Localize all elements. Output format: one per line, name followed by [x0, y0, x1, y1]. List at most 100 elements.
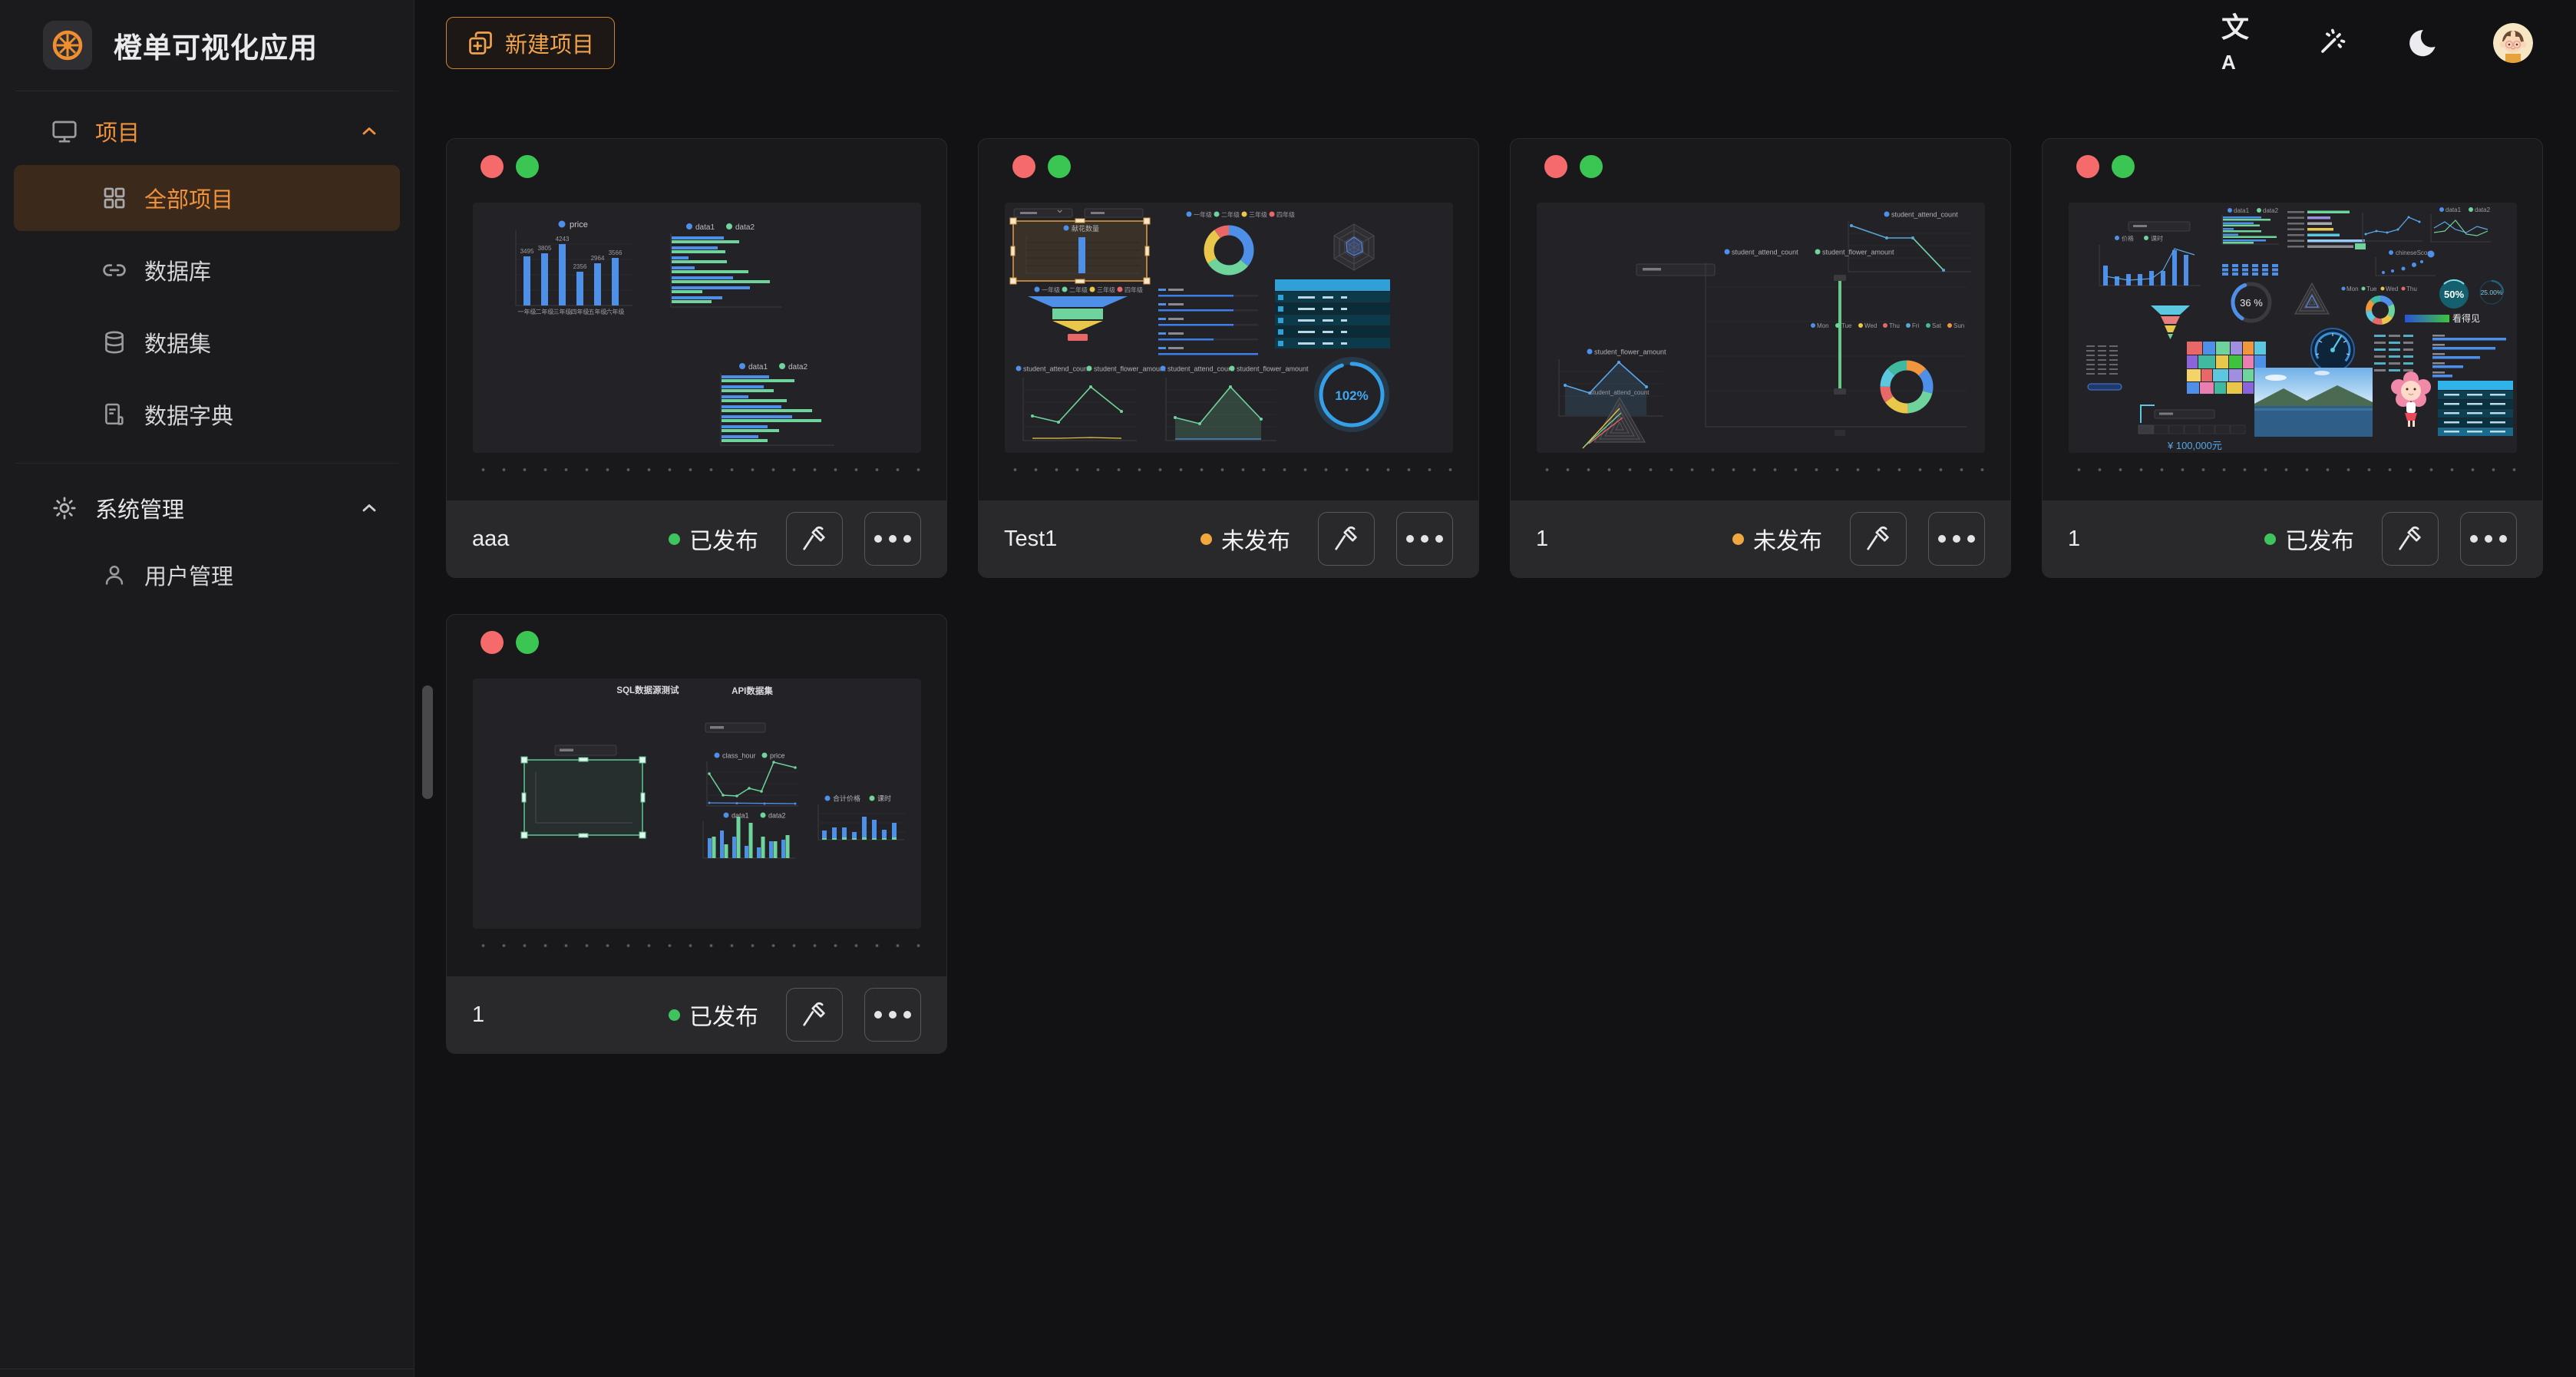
project-card: SQL数据源测试 API数据集 [446, 614, 947, 1054]
svg-text:SQL数据源测试: SQL数据源测试 [616, 685, 679, 695]
svg-text:Fri: Fri [1912, 322, 1920, 329]
project-thumbnail[interactable]: 献花数量 一年级 二年级 三年级 四年级 [1005, 203, 1453, 453]
red-dot-indicator [2076, 155, 2099, 178]
red-dot-indicator [1012, 155, 1035, 178]
project-thumbnail[interactable]: price 3495 3805 4243 2356 [473, 203, 921, 453]
language-icon[interactable]: 文A [2221, 24, 2260, 62]
project-thumbnail[interactable]: 价格 课时 data1 [2069, 203, 2517, 453]
new-project-button[interactable]: 新建项目 [446, 17, 615, 69]
svg-text:三年级: 三年级 [1249, 211, 1267, 219]
database-icon [101, 329, 127, 355]
status-dot [669, 1009, 680, 1021]
svg-text:课时: 课时 [2151, 235, 2163, 243]
card-indicator-dots [2043, 139, 2542, 178]
project-grid: price 3495 3805 4243 2356 [446, 138, 2549, 1054]
svg-text:3495: 3495 [520, 248, 533, 255]
main-content: 新建项目 文A [415, 0, 2576, 1377]
svg-text:data2: data2 [788, 363, 807, 371]
project-thumbnail[interactable]: student_attend_count student_attend_coun… [1537, 203, 1985, 453]
svg-text:Tue: Tue [1841, 322, 1852, 329]
svg-text:data1: data1 [2446, 206, 2462, 213]
svg-text:36 %: 36 % [2240, 297, 2263, 309]
dotted-strip [2069, 467, 2517, 473]
card-footer: 1 已发布 [2043, 500, 2542, 577]
svg-text:六年级: 六年级 [606, 308, 624, 315]
sidebar-item-label: 数据集 [144, 326, 211, 358]
svg-text:Wed: Wed [1864, 322, 1877, 329]
svg-text:价格: 价格 [2122, 235, 2134, 243]
ellipsis-icon [874, 535, 911, 543]
sidebar-section-projects[interactable]: 项目 [0, 104, 414, 159]
card-indicator-dots [447, 139, 946, 178]
svg-text:Sat: Sat [1932, 322, 1942, 329]
status-label: 未发布 [1221, 522, 1290, 556]
project-title: 1 [2068, 527, 2080, 552]
edit-project-button[interactable] [1850, 512, 1907, 566]
dotted-strip [473, 943, 921, 949]
magic-wand-icon[interactable] [2312, 24, 2350, 62]
card-footer: 1 未发布 [1511, 500, 2010, 577]
sidebar-section-system[interactable]: 系统管理 [0, 480, 414, 536]
svg-text:2964: 2964 [590, 255, 604, 262]
sidebar-item-all-projects[interactable]: 全部项目 [14, 165, 400, 231]
sidebar-item-label: 数据字典 [144, 398, 233, 431]
svg-text:102%: 102% [1335, 388, 1368, 403]
sidebar-item-dataset[interactable]: 数据集 [14, 309, 400, 375]
project-title: 1 [472, 1002, 484, 1028]
chevron-up-icon [358, 121, 380, 142]
svg-text:一年级: 一年级 [517, 308, 536, 315]
dotted-strip [1005, 467, 1453, 473]
gear-icon [51, 494, 78, 522]
status-label: 已发布 [2285, 522, 2354, 556]
sidebar-item-users[interactable]: 用户管理 [14, 542, 400, 608]
svg-text:data2: data2 [735, 223, 755, 232]
svg-text:4243: 4243 [555, 236, 569, 243]
svg-text:student_attend_count: student_attend_count [1590, 389, 1650, 396]
dotted-strip [473, 467, 921, 473]
add-project-icon [467, 29, 494, 57]
more-actions-button[interactable] [2460, 512, 2517, 566]
edit-project-button[interactable] [2382, 512, 2439, 566]
moon-icon[interactable] [2403, 24, 2441, 62]
project-thumbnail[interactable]: SQL数据源测试 API数据集 [473, 679, 921, 929]
more-actions-button[interactable] [864, 988, 921, 1042]
status-badge: 未发布 [1732, 522, 1822, 556]
svg-text:一年级: 一年级 [1194, 211, 1212, 219]
green-dot-indicator [2112, 155, 2135, 178]
chevron-up-icon [358, 497, 380, 519]
edit-project-button[interactable] [1318, 512, 1375, 566]
new-project-label: 新建项目 [505, 27, 594, 59]
book-icon [101, 401, 127, 428]
user-avatar[interactable] [2493, 23, 2533, 63]
link-icon [101, 257, 127, 283]
svg-text:data2: data2 [2263, 207, 2279, 214]
svg-text:data2: data2 [768, 812, 786, 820]
svg-text:合计价格: 合计价格 [833, 794, 860, 803]
ellipsis-icon [2470, 535, 2507, 543]
svg-text:student_flower_amount: student_flower_amount [1094, 365, 1166, 373]
sidebar-divider [15, 463, 398, 464]
svg-text:data1: data1 [748, 363, 768, 371]
svg-text:price: price [570, 220, 588, 230]
svg-text:四年级: 四年级 [1125, 286, 1143, 294]
status-label: 未发布 [1753, 522, 1822, 556]
svg-text:四年级: 四年级 [570, 308, 589, 315]
ellipsis-icon [1406, 535, 1443, 543]
svg-text:student_attend_count: student_attend_count [1167, 365, 1234, 373]
edit-project-button[interactable] [786, 988, 843, 1042]
red-dot-indicator [1544, 155, 1567, 178]
status-badge: 未发布 [1200, 522, 1290, 556]
more-actions-button[interactable] [1396, 512, 1453, 566]
svg-text:Wed: Wed [2386, 286, 2398, 292]
svg-text:二年级: 二年级 [1221, 211, 1240, 219]
svg-text:class_hour: class_hour [722, 752, 756, 760]
sidebar-item-database[interactable]: 数据库 [14, 237, 400, 303]
sidebar-item-dictionary[interactable]: 数据字典 [14, 381, 400, 447]
edit-project-button[interactable] [786, 512, 843, 566]
more-actions-button[interactable] [864, 512, 921, 566]
svg-text:student_attend_count: student_attend_count [1023, 365, 1090, 373]
more-actions-button[interactable] [1928, 512, 1985, 566]
status-label: 已发布 [689, 522, 758, 556]
svg-text:3805: 3805 [537, 245, 551, 252]
project-card: price 3495 3805 4243 2356 [446, 138, 947, 578]
